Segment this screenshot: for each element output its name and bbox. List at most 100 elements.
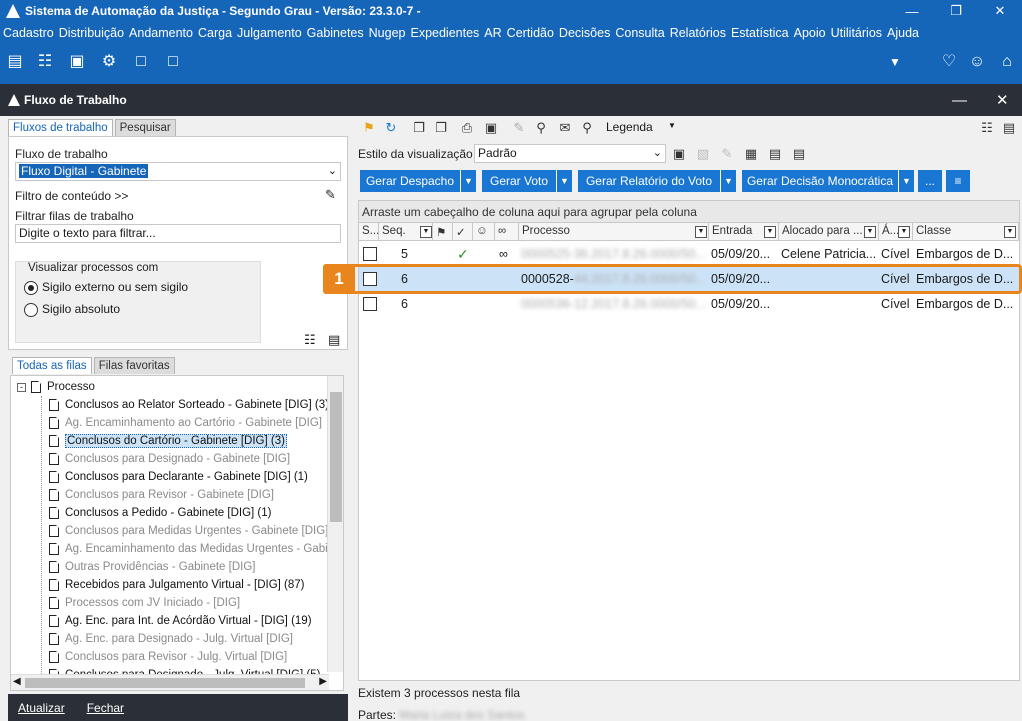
tree-queue-item[interactable]: Ag. Enc. para Int. de Acórdão Virtual - … [49,612,312,630]
gerar-relatorio-voto-button[interactable]: Gerar Relatório do Voto [578,170,720,192]
radio-selected-icon[interactable] [24,280,38,295]
gerar-relatorio-dropdown[interactable]: ▼ [720,170,736,192]
tree-queue-item[interactable]: Conclusos para Designado - Gabinete [DIG… [49,450,290,468]
filtro-conteudo-link[interactable]: Filtro de conteúdo >> [15,189,128,203]
menu-ar[interactable]: AR [484,26,501,40]
minimize-icon[interactable]: — [890,0,934,22]
search-icon[interactable]: ⚲ [578,119,596,137]
tree-queue-item[interactable]: Conclusos para Declarante - Gabinete [DI… [49,468,308,486]
tree-vertical-scrollbar[interactable] [327,376,343,672]
user-settings-icon[interactable]: ⚙ [98,52,120,72]
close-icon[interactable]: ✕ [978,0,1022,22]
gerar-decisao-dropdown[interactable]: ▼ [898,170,914,192]
menu-decisoes[interactable]: Decisões [559,26,610,40]
tab-todas-filas[interactable]: Todas as filas [12,357,92,374]
filter-area-icon[interactable]: ▼ [898,226,910,238]
menu-julgamento[interactable]: Julgamento [237,26,302,40]
filter-entrada-icon[interactable]: ▼ [764,226,776,238]
report-icon[interactable]: □ [162,52,184,72]
radio-sigilo-externo[interactable]: Sigilo externo ou sem sigilo [24,280,188,295]
home-icon[interactable]: ⌂ [996,52,1018,72]
bell-icon[interactable]: ♡ [938,52,960,72]
tree-queue-item[interactable]: Conclusos para Medidas Urgentes - Gabine… [49,522,328,540]
gerar-decisao-button[interactable]: Gerar Decisão Monocrática [742,170,898,192]
tree-expand-icon[interactable]: ☷ [304,332,316,348]
row-checkbox[interactable] [363,297,377,311]
tab-fluxos[interactable]: Fluxos de trabalho [8,119,113,136]
tree-queue-item[interactable]: Conclusos ao Relator Sorteado - Gabinete… [49,396,329,414]
col-check[interactable]: ✓ [453,223,473,241]
legenda-button[interactable]: Legenda [606,120,653,134]
columns-icon[interactable]: ▤ [790,145,808,163]
export-excel-icon[interactable]: ▦ [742,145,760,163]
radio-unselected-icon[interactable] [24,302,38,317]
users-icon[interactable]: ☺ [966,52,988,72]
col-processo[interactable]: Processo [519,223,709,241]
tree-queue-item[interactable]: Outras Providências - Gabinete [DIG] [49,558,255,576]
filter-alocado-icon[interactable]: ▼ [864,226,876,238]
save-view-icon[interactable]: ▣ [670,145,688,163]
tab-filas-favoritas[interactable]: Filas favoritas [93,357,175,374]
col-status[interactable]: S... [359,223,379,241]
tab-pesquisar[interactable]: Pesquisar [114,119,176,136]
filter-processo-icon[interactable]: ▼ [695,226,707,238]
duplicate-icon[interactable]: ❐ [432,119,450,137]
comment-icon[interactable]: ✉ [556,119,574,137]
menu-cadastro[interactable]: Cadastro [3,26,54,40]
eyedropper-icon[interactable]: ✎ [325,187,336,203]
save-icon[interactable]: ▣ [482,119,500,137]
expand-menu-icon[interactable]: ≡ [946,170,970,192]
col-people[interactable]: ☺ [473,223,495,241]
refresh-icon[interactable]: ↻ [382,119,400,137]
estilo-select[interactable]: Padrão ⌄ [474,144,666,163]
tree-queue-item[interactable]: Conclusos a Pedido - Gabinete [DIG] (1) [49,504,271,522]
panel-close-icon[interactable]: ✕ [996,84,1009,116]
tree-queue-item[interactable]: Conclusos para Revisor - Julg. Virtual [… [49,648,287,666]
table-row[interactable]: 6 0000536-12.2017.8.26.0000/50... 05/09/… [359,292,1019,317]
menu-andamento[interactable]: Andamento [129,26,193,40]
tree-queue-item[interactable]: Recebidos para Julgamento Virtual - [DIG… [49,576,304,594]
filter-input[interactable]: Digite o texto para filtrar... [15,224,341,243]
hierarchy-icon[interactable]: ☷ [34,52,56,72]
bookmark-icon[interactable]: ⚑ [360,119,378,137]
copy-icon[interactable]: ❐ [410,119,428,137]
tree-queue-item[interactable]: Ag. Encaminhamento ao Cartório - Gabinet… [49,414,322,432]
menu-apoio[interactable]: Apoio [794,26,826,40]
row-checkbox[interactable] [363,247,377,261]
radio-sigilo-absoluto[interactable]: Sigilo absoluto [24,302,120,317]
legenda-dropdown-icon[interactable]: ▼ [668,121,676,130]
tree-queue-item[interactable]: Conclusos para Revisor - Gabinete [DIG] [49,486,274,504]
filter-classe-icon[interactable]: ▼ [1004,226,1016,238]
document-icon[interactable]: □ [130,52,152,72]
print-icon[interactable]: ⎙ [458,119,476,137]
tree-queue-item[interactable]: Processos com JV Iniciado - [DIG] [49,594,240,612]
store-icon[interactable]: ▣ [66,52,88,72]
layout-icon[interactable]: ▤ [1000,119,1018,137]
menu-utilitarios[interactable]: Utilitários [831,26,882,40]
gerar-voto-button[interactable]: Gerar Voto [482,170,556,192]
gerar-despacho-button[interactable]: Gerar Despacho [360,170,460,192]
menu-distribuicao[interactable]: Distribuição [59,26,124,40]
book-icon[interactable]: ▤ [766,145,784,163]
menu-gabinetes[interactable]: Gabinetes [307,26,364,40]
database-icon[interactable]: ▤ [4,52,26,72]
more-button[interactable]: ... [918,170,942,192]
tree-queue-item[interactable]: Ag. Enc. para Designado - Julg. Virtual … [49,630,293,648]
menu-ajuda[interactable]: Ajuda [887,26,919,40]
gerar-despacho-dropdown[interactable]: ▼ [460,170,476,192]
menu-carga[interactable]: Carga [198,26,232,40]
dropdown-arrow-icon[interactable]: ▼ [884,52,906,72]
col-bookmark[interactable]: ⚑ [433,223,453,241]
fluxo-select[interactable]: Fluxo Digital - Gabinete ⌄ [15,162,341,181]
fechar-button[interactable]: Fechar [87,701,124,715]
tree-collapse-icon[interactable]: ▤ [328,332,340,348]
chevron-down-icon[interactable]: ⌄ [328,164,337,177]
menu-certidao[interactable]: Certidão [507,26,554,40]
tree-queue-item[interactable]: Ag. Encaminhamento das Medidas Urgentes … [49,540,343,558]
panel-minimize-icon[interactable]: — [952,84,967,116]
collapse-toggle-icon[interactable]: - [17,382,26,392]
search-person-icon[interactable]: ⚲ [532,119,550,137]
tree-horizontal-scrollbar[interactable]: ◀ ▶ [11,674,329,690]
expand-tree-icon[interactable]: ☷ [978,119,996,137]
atualizar-button[interactable]: Atualizar [18,701,65,715]
